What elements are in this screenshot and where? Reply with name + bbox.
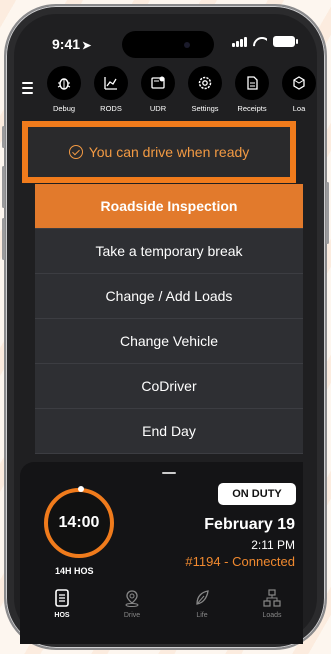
tab-label: HOS — [54, 612, 70, 619]
status-time: 9:41 ➤ — [52, 36, 91, 52]
tab-loads[interactable]: Loads — [246, 588, 298, 619]
action-button — [2, 126, 5, 148]
menu-item-codriver[interactable]: CoDriver — [35, 364, 303, 409]
toolbar-udr[interactable]: UDR — [134, 66, 182, 113]
battery-icon — [273, 36, 298, 47]
power-button — [326, 182, 329, 244]
date-text: February 19 — [204, 516, 295, 533]
toolbar-receipts[interactable]: Receipts — [228, 66, 276, 113]
tab-label: Drive — [123, 612, 141, 619]
hos-clock[interactable]: 14:00 — [44, 486, 114, 558]
cellular-signal-icon — [232, 36, 247, 47]
receipt-icon — [235, 66, 269, 100]
check-circle-icon — [68, 145, 83, 159]
tab-bar: HOS Drive Life Loads — [36, 588, 296, 632]
clock-text: 9:41 — [52, 36, 81, 52]
time-text: 2:11 PM — [251, 538, 295, 552]
menu-item-end-day[interactable]: End Day — [35, 409, 303, 454]
udr-icon — [141, 66, 175, 100]
drive-ready-banner: You can drive when ready — [22, 121, 296, 183]
toolbar-label: RODS — [100, 104, 122, 113]
wifi-icon — [253, 37, 267, 47]
toolbar-label: Settings — [191, 104, 219, 113]
tab-label: Loads — [262, 612, 282, 619]
toolbar: Debug RODS UDR Settings Receipts Loa — [14, 66, 317, 116]
status-indicators — [232, 36, 298, 47]
location-icon — [106, 588, 158, 608]
network-icon — [246, 588, 298, 608]
menu-item-change-loads[interactable]: Change / Add Loads — [35, 274, 303, 319]
menu-item-change-vehicle[interactable]: Change Vehicle — [35, 319, 303, 364]
camera-icon — [184, 42, 190, 48]
hos-label: 14H HOS — [55, 566, 94, 576]
dynamic-island — [122, 31, 214, 58]
toolbar-label: UDR — [149, 104, 167, 113]
toolbar-label: Debug — [52, 104, 76, 113]
gear-icon — [188, 66, 222, 100]
document-icon — [36, 588, 88, 608]
toolbar-rods[interactable]: RODS — [87, 66, 135, 113]
bug-icon — [47, 66, 81, 100]
toolbar-settings[interactable]: Settings — [181, 66, 229, 113]
toolbar-label: Loa — [292, 104, 306, 113]
menu-item-roadside-inspection[interactable]: Roadside Inspection — [35, 184, 303, 229]
status-bar: 9:41 ➤ — [14, 14, 317, 60]
clock-value: 14:00 — [58, 514, 100, 531]
connection-status[interactable]: #1194 - Connected — [185, 554, 295, 569]
menu-item-temporary-break[interactable]: Take a temporary break — [35, 229, 303, 274]
duty-status-badge[interactable]: ON DUTY — [218, 483, 296, 505]
tab-label: Life — [196, 612, 208, 619]
toolbar-label: Receipts — [237, 104, 267, 113]
tab-life[interactable]: Life — [176, 588, 228, 619]
volume-up-button — [2, 166, 5, 208]
drag-handle[interactable] — [162, 472, 176, 474]
action-menu: Roadside Inspection Take a temporary bre… — [35, 184, 303, 454]
leaf-icon — [176, 588, 228, 608]
toolbar-loads[interactable]: Loa — [275, 66, 317, 113]
chart-icon — [94, 66, 128, 100]
location-arrow-icon: ➤ — [82, 40, 92, 52]
tab-hos[interactable]: HOS — [36, 588, 88, 619]
volume-down-button — [2, 218, 5, 260]
box-icon — [282, 66, 316, 100]
clock-indicator — [78, 486, 84, 492]
menu-icon[interactable] — [22, 82, 33, 97]
banner-text: You can drive when ready — [88, 144, 250, 160]
toolbar-debug[interactable]: Debug — [40, 66, 88, 113]
tab-drive[interactable]: Drive — [106, 588, 158, 619]
